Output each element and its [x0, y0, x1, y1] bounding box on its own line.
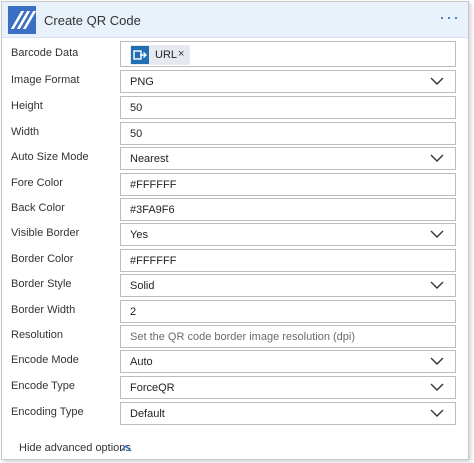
url-token-label: URL — [155, 49, 178, 61]
border-width-value: 2 — [130, 306, 137, 318]
url-token[interactable]: URL × — [130, 45, 190, 65]
resolution-label: Resolution — [11, 329, 63, 341]
auto-size-mode-label: Auto Size Mode — [11, 151, 89, 163]
row-resolution: Resolution Set the QR code border image … — [2, 323, 468, 349]
encode-type-label: Encode Type — [11, 380, 76, 392]
card-header[interactable]: Create QR Code ··· — [2, 2, 468, 38]
row-border-width: Border Width 2 — [2, 298, 468, 324]
visible-border-select[interactable]: Yes — [120, 223, 456, 246]
chevron-down-icon — [430, 357, 444, 365]
resolution-input[interactable]: Set the QR code border image resolution … — [120, 325, 456, 348]
barcode-data-field[interactable]: URL × — [120, 41, 456, 67]
row-width: Width 50 — [2, 120, 468, 146]
encoding-type-label: Encoding Type — [11, 406, 84, 418]
visible-border-label: Visible Border — [11, 227, 80, 239]
remove-token-icon[interactable]: × — [178, 48, 184, 60]
border-color-value: #FFFFFF — [130, 255, 177, 267]
encoding-type-value: Default — [130, 408, 165, 420]
hide-advanced-options-toggle[interactable]: Hide advanced options — [19, 442, 132, 456]
back-color-label: Back Color — [11, 202, 65, 214]
hide-advanced-options-label: Hide advanced options — [19, 442, 131, 454]
row-encode-type: Encode Type ForceQR — [2, 374, 468, 400]
height-input[interactable]: 50 — [120, 96, 456, 119]
image-format-select[interactable]: PNG — [120, 70, 456, 93]
border-style-select[interactable]: Solid — [120, 274, 456, 297]
width-label: Width — [11, 126, 40, 138]
action-card: Create QR Code ··· Barcode Data URL × Im… — [1, 1, 469, 460]
encode-mode-value: Auto — [130, 356, 153, 368]
encode-type-select[interactable]: ForceQR — [120, 376, 456, 399]
row-image-format: Image Format PNG — [2, 68, 468, 94]
auto-size-mode-value: Nearest — [130, 153, 169, 165]
row-auto-size-mode: Auto Size Mode Nearest — [2, 145, 468, 171]
barcode-data-label: Barcode Data — [11, 47, 79, 59]
encode-mode-label: Encode Mode — [11, 354, 79, 366]
more-options-icon[interactable]: ··· — [439, 8, 460, 26]
row-encode-mode: Encode Mode Auto — [2, 348, 468, 374]
height-value: 50 — [130, 102, 143, 114]
row-encoding-type: Encoding Type Default — [2, 400, 468, 426]
row-fore-color: Fore Color #FFFFFF — [2, 171, 468, 197]
border-style-label: Border Style — [11, 278, 72, 290]
row-border-color: Border Color #FFFFFF — [2, 247, 468, 273]
border-color-label: Border Color — [11, 253, 74, 265]
chevron-down-icon — [430, 409, 444, 417]
fore-color-input[interactable]: #FFFFFF — [120, 173, 456, 196]
card-title: Create QR Code — [44, 13, 141, 28]
back-color-value: #3FA9F6 — [130, 204, 175, 216]
row-border-style: Border Style Solid — [2, 272, 468, 298]
back-color-input[interactable]: #3FA9F6 — [120, 198, 456, 221]
height-label: Height — [11, 100, 43, 112]
chevron-down-icon — [430, 154, 444, 162]
resolution-placeholder: Set the QR code border image resolution … — [130, 331, 356, 343]
image-format-label: Image Format — [11, 74, 80, 86]
border-width-input[interactable]: 2 — [120, 300, 456, 323]
chevron-up-icon — [120, 445, 132, 452]
chevron-down-icon — [430, 383, 444, 391]
encode-type-value: ForceQR — [130, 382, 175, 394]
border-style-value: Solid — [130, 280, 155, 292]
row-back-color: Back Color #3FA9F6 — [2, 196, 468, 222]
action-stripes-icon — [8, 6, 37, 34]
image-format-value: PNG — [130, 76, 154, 88]
chevron-down-icon — [430, 77, 444, 85]
fore-color-value: #FFFFFF — [130, 179, 177, 191]
encoding-type-select[interactable]: Default — [120, 402, 456, 425]
border-width-label: Border Width — [11, 304, 76, 316]
row-barcode-data: Barcode Data URL × — [2, 39, 468, 67]
width-value: 50 — [130, 128, 143, 140]
border-color-input[interactable]: #FFFFFF — [120, 249, 456, 272]
row-height: Height 50 — [2, 94, 468, 120]
visible-border-value: Yes — [130, 229, 148, 241]
row-visible-border: Visible Border Yes — [2, 221, 468, 247]
encode-mode-select[interactable]: Auto — [120, 350, 456, 373]
dynamic-content-glyph — [133, 50, 147, 60]
chevron-down-icon — [430, 281, 444, 289]
dynamic-content-icon — [131, 46, 149, 64]
auto-size-mode-select[interactable]: Nearest — [120, 147, 456, 170]
chevron-down-icon — [430, 230, 444, 238]
fore-color-label: Fore Color — [11, 177, 63, 189]
width-input[interactable]: 50 — [120, 122, 456, 145]
